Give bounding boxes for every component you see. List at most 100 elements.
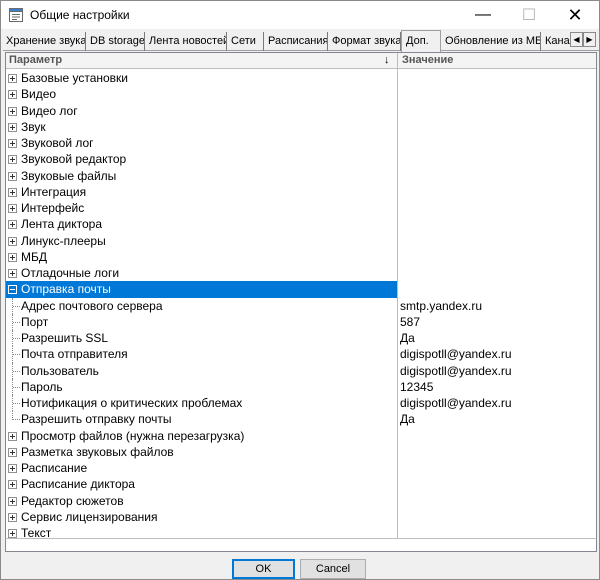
expand-icon[interactable] <box>8 139 17 148</box>
row-value[interactable]: 12345 <box>400 379 433 395</box>
cancel-button[interactable]: Cancel <box>300 559 366 579</box>
tab-scroll-left-button[interactable]: ◀ <box>570 32 583 47</box>
group-row[interactable]: Звуковой редактор <box>6 151 596 167</box>
group-row[interactable]: Видео <box>6 86 596 102</box>
row-name: Пароль <box>21 379 63 394</box>
value-cell[interactable] <box>397 281 596 298</box>
row-name: Лента диктора <box>21 217 103 232</box>
ok-button[interactable]: OK <box>232 559 295 579</box>
expand-icon[interactable] <box>8 480 17 490</box>
expand-icon[interactable] <box>8 529 17 538</box>
row-value[interactable]: Да <box>400 330 415 346</box>
group-row[interactable]: Видео лог <box>6 103 596 119</box>
expand-icon[interactable] <box>8 431 17 441</box>
expand-icon[interactable] <box>8 236 17 246</box>
tab-mbd-update[interactable]: Обновление из МБД <box>442 32 541 51</box>
tree-line <box>13 321 20 323</box>
row-value[interactable]: 587 <box>400 314 420 330</box>
tree-line <box>13 403 20 404</box>
expand-icon[interactable] <box>8 512 17 522</box>
tab-scroll-right-button[interactable]: ▶ <box>583 32 596 47</box>
property-row[interactable]: Пользователь digispotll@yandex.ru <box>6 362 596 379</box>
expand-icon[interactable] <box>8 74 17 83</box>
row-name: Отладочные логи <box>21 266 120 280</box>
group-row[interactable]: Расписание диктора <box>6 476 596 492</box>
row-name: Просмотр файлов (нужна перезагрузка) <box>21 428 245 443</box>
expand-icon[interactable] <box>8 447 17 457</box>
group-row[interactable]: Лента диктора <box>6 216 596 232</box>
grid-footer-strip <box>5 538 597 552</box>
row-value[interactable]: digispotll@yandex.ru <box>400 346 512 362</box>
row-value[interactable]: smtp.yandex.ru <box>400 298 482 314</box>
group-row[interactable]: Просмотр файлов (нужна перезагрузка) <box>6 428 596 444</box>
property-row[interactable]: Порт 587 <box>6 313 596 330</box>
group-row[interactable]: Линукс-плееры <box>6 233 596 249</box>
group-row[interactable]: Отправка почты <box>6 281 596 298</box>
group-row[interactable]: Звуковые файлы <box>6 168 596 184</box>
tab-extra[interactable]: Доп. <box>401 30 441 52</box>
row-name: МБД <box>21 249 47 264</box>
row-value[interactable]: digispotll@yandex.ru <box>400 395 512 411</box>
row-name: Звук <box>21 119 46 134</box>
group-row[interactable]: Интерфейс <box>6 200 596 216</box>
row-value[interactable]: Да <box>400 411 415 427</box>
row-name: Разрешить отправку почты <box>21 412 172 427</box>
row-name: Адрес почтового сервера <box>21 298 163 313</box>
tab-db-storage[interactable]: DB storage <box>87 32 145 51</box>
tab-channels[interactable]: Кана <box>542 32 572 51</box>
group-row[interactable]: Сервис лицензирования <box>6 509 596 525</box>
column-header-parameter[interactable]: Параметр ↓ <box>6 53 398 69</box>
expand-icon[interactable] <box>8 171 17 181</box>
expand-icon[interactable] <box>8 252 17 262</box>
row-name: Нотификация о критических проблемах <box>21 396 243 410</box>
column-header-parameter-label: Параметр <box>9 54 63 66</box>
expand-icon[interactable] <box>8 220 17 230</box>
tab-sound-format[interactable]: Формат звука <box>329 32 401 51</box>
tab-schedules[interactable]: Расписания <box>265 32 328 51</box>
expand-icon[interactable] <box>8 187 17 197</box>
property-row[interactable]: Разрешить SSL Да <box>6 330 596 347</box>
group-row[interactable]: Интеграция <box>6 184 596 200</box>
grid-rows: Базовые установки Видео Видео лог Звук Звуко… <box>6 70 596 541</box>
maximize-icon: ☐ <box>521 7 537 24</box>
tab-news-feed[interactable]: Лента новостей <box>146 32 227 51</box>
row-name: Разрешить SSL <box>21 331 109 345</box>
expand-icon[interactable] <box>8 90 17 100</box>
row-name: Звуковой редактор <box>21 152 127 167</box>
group-row[interactable]: Звук <box>6 119 596 135</box>
property-row[interactable]: Разрешить отправку почты Да <box>6 411 596 427</box>
tab-sound-storage[interactable]: Хранение звука <box>3 32 86 51</box>
row-value[interactable]: digispotll@yandex.ru <box>400 363 512 379</box>
row-name: Разметка звуковых файлов <box>21 444 174 459</box>
row-name: Интеграция <box>21 184 87 199</box>
property-grid[interactable]: Параметр ↓ Значение Базовые установки Вид… <box>5 52 597 552</box>
collapse-icon[interactable] <box>8 285 17 295</box>
expand-icon[interactable] <box>8 269 17 278</box>
group-row[interactable]: Звуковой лог <box>6 135 596 151</box>
property-row[interactable]: Пароль 12345 <box>6 378 596 395</box>
expand-icon[interactable] <box>8 106 17 116</box>
group-row[interactable]: Отладочные логи <box>6 265 596 281</box>
group-row[interactable]: Расписание <box>6 460 596 476</box>
tree-line <box>13 354 20 356</box>
property-row[interactable]: Адрес почтового сервера smtp.yandex.ru <box>6 297 596 314</box>
arrow-left-icon: ◀ <box>573 35 580 44</box>
expand-icon[interactable] <box>8 204 17 213</box>
property-row[interactable]: Почта отправителя digispotll@yandex.ru <box>6 346 596 363</box>
close-button[interactable]: ✕ <box>552 1 598 29</box>
group-row[interactable]: Разметка звуковых файлов <box>6 444 596 460</box>
expand-icon[interactable] <box>8 464 17 473</box>
maximize-button[interactable]: ☐ <box>506 1 552 29</box>
group-row[interactable]: МБД <box>6 249 596 265</box>
title-bar[interactable]: Общие настройки — ☐ ✕ <box>1 1 599 29</box>
expand-icon[interactable] <box>8 155 17 165</box>
close-icon: ✕ <box>567 4 583 25</box>
property-row[interactable]: Нотификация о критических проблемах digis… <box>6 395 596 412</box>
expand-icon[interactable] <box>8 122 17 132</box>
group-row[interactable]: Редактор сюжетов <box>6 493 596 509</box>
minimize-button[interactable]: — <box>460 1 506 29</box>
tab-networks[interactable]: Сети <box>228 32 264 51</box>
column-header-value[interactable]: Значение <box>399 53 596 69</box>
group-row[interactable]: Базовые установки <box>6 70 596 86</box>
expand-icon[interactable] <box>8 496 17 506</box>
